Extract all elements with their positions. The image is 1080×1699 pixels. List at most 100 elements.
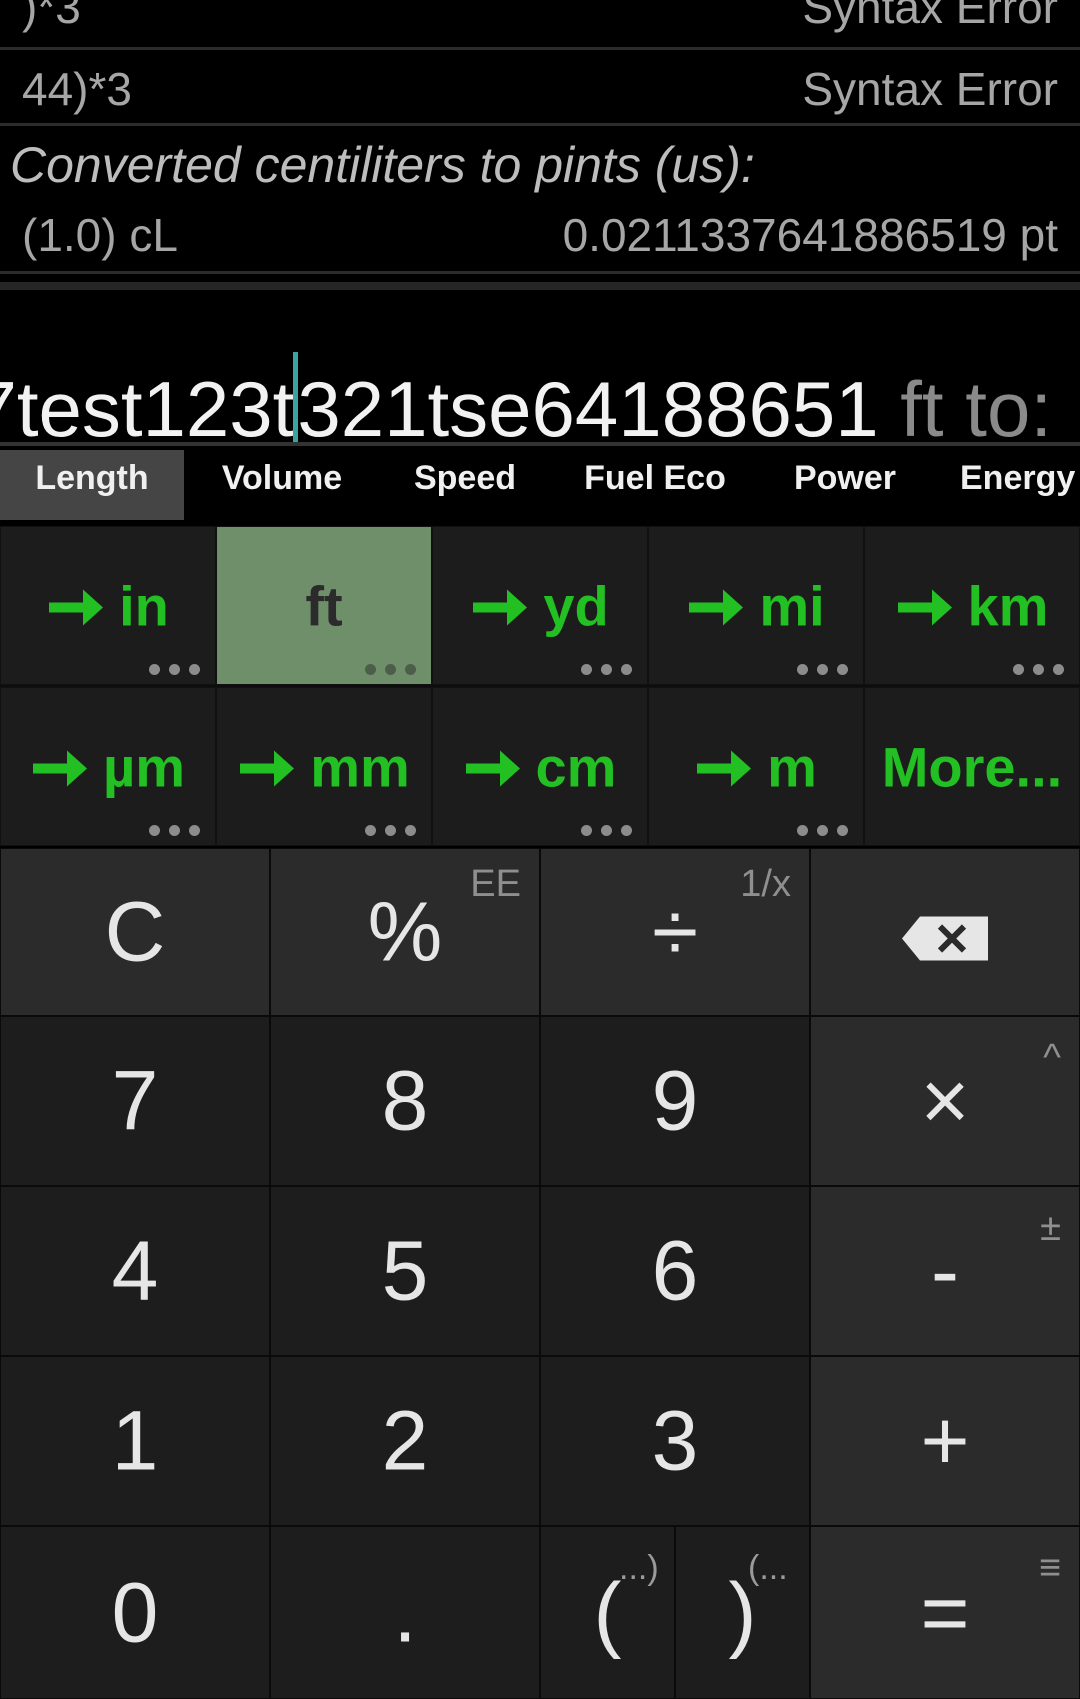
tab-fuel-eco[interactable]: Fuel Eco: [560, 450, 750, 520]
tab-energy[interactable]: Energy: [960, 450, 1080, 520]
more-dots-icon: [581, 664, 633, 676]
close-parenthesis-key[interactable]: ) (...: [675, 1526, 810, 1699]
more-dots-icon: [1013, 664, 1065, 676]
key-label: 1: [111, 1393, 159, 1488]
tab-length[interactable]: Length: [0, 450, 184, 520]
more-dots-icon: [149, 825, 201, 837]
unit-label: mm: [310, 735, 410, 798]
key-label: 6: [651, 1223, 699, 1318]
clear-key[interactable]: C: [0, 848, 270, 1016]
unit-button-cm[interactable]: cm: [432, 687, 648, 846]
keypad: C % EE ÷ 1/x 7 8 9 × ^ 4 5 6 - ± 1 2 3 +…: [0, 848, 1080, 1699]
unit-label: mi: [759, 574, 825, 637]
key-secondary-label: ...): [619, 1549, 659, 1587]
expression-text[interactable]: 7test123t321tse64188651 ft to:: [0, 352, 1052, 446]
input-unit-suffix: ft to:: [878, 365, 1052, 446]
key-label: ×: [920, 1053, 970, 1148]
open-parenthesis-key[interactable]: ( ...): [540, 1526, 675, 1699]
more-dots-icon: [365, 664, 417, 676]
unit-button-mi[interactable]: mi: [648, 526, 864, 685]
digit-2-key[interactable]: 2: [270, 1356, 540, 1526]
history-conversion-row[interactable]: Converted centiliters to pints (us): (1.…: [0, 126, 1080, 274]
unit-button-ft[interactable]: ft: [216, 526, 432, 685]
unit-button-um[interactable]: µm: [0, 687, 216, 846]
plus-key[interactable]: +: [810, 1356, 1080, 1526]
decimal-point-key[interactable]: .: [270, 1526, 540, 1699]
key-secondary-label: 1/x: [740, 863, 791, 905]
history-result: Syntax Error: [802, 0, 1058, 33]
key-label: 3: [651, 1393, 699, 1488]
equals-key[interactable]: = ≡: [810, 1526, 1080, 1699]
more-dots-icon: [797, 825, 849, 837]
unit-label: km: [967, 574, 1049, 637]
minus-key[interactable]: - ±: [810, 1186, 1080, 1356]
backspace-icon: [811, 884, 1079, 981]
unit-button-in[interactable]: in: [0, 526, 216, 685]
menu-icon: ≡: [1038, 1547, 1061, 1589]
digit-5-key[interactable]: 5: [270, 1186, 540, 1356]
unit-button-mm[interactable]: mm: [216, 687, 432, 846]
input-after-caret: 321tse64188651: [297, 365, 879, 446]
key-secondary-label: (...: [748, 1549, 788, 1587]
arrow-right-icon: [31, 734, 89, 799]
tab-power[interactable]: Power: [770, 450, 920, 520]
percent-key[interactable]: % EE: [270, 848, 540, 1016]
key-secondary-label: ±: [1040, 1207, 1061, 1249]
unit-label: in: [119, 574, 169, 637]
key-label: 4: [111, 1223, 159, 1318]
arrow-right-icon: [464, 734, 522, 799]
unit-button-km[interactable]: km: [864, 526, 1080, 685]
history-expression: (1.0) cL: [22, 209, 178, 261]
more-units-button[interactable]: More...: [864, 687, 1080, 846]
digit-3-key[interactable]: 3: [540, 1356, 810, 1526]
history-result: 0.0211337641886519 pt: [562, 209, 1058, 261]
key-secondary-label: EE: [470, 863, 521, 905]
unit-label: µm: [102, 735, 186, 798]
arrow-right-icon: [687, 573, 745, 638]
arrow-right-icon: [238, 734, 296, 799]
conversion-note: Converted centiliters to pints (us):: [10, 137, 755, 193]
digit-8-key[interactable]: 8: [270, 1016, 540, 1186]
tab-volume[interactable]: Volume: [190, 450, 374, 520]
more-dots-icon: [581, 825, 633, 837]
digit-9-key[interactable]: 9: [540, 1016, 810, 1186]
unit-button-m[interactable]: m: [648, 687, 864, 846]
key-label: 0: [111, 1565, 159, 1659]
key-label: ): [728, 1565, 757, 1659]
unit-label: cm: [535, 735, 617, 798]
unit-button-yd[interactable]: yd: [432, 526, 648, 685]
arrow-right-icon: [695, 734, 753, 799]
input-before-caret: 7test123t: [0, 365, 295, 446]
history-expression: )*3: [22, 0, 81, 33]
unit-label: m: [767, 735, 817, 798]
history-row[interactable]: 44)*3 Syntax Error: [0, 50, 1080, 126]
history-expression: 44)*3: [22, 63, 132, 115]
more-dots-icon: [797, 664, 849, 676]
key-label: C: [104, 884, 166, 979]
digit-7-key[interactable]: 7: [0, 1016, 270, 1186]
divide-key[interactable]: ÷ 1/x: [540, 848, 810, 1016]
more-units-label: More...: [881, 735, 1063, 798]
tab-speed[interactable]: Speed: [380, 450, 550, 520]
category-tabs: Length Volume Speed Fuel Eco Power Energ…: [0, 450, 1080, 520]
key-label: 5: [381, 1223, 429, 1318]
key-label: 8: [381, 1053, 429, 1148]
unit-grid: in ft yd mi km µm mm cm m More...: [0, 526, 1080, 846]
arrow-right-icon: [47, 573, 105, 638]
backspace-key[interactable]: [810, 848, 1080, 1016]
key-label: .: [393, 1565, 417, 1659]
unit-label: ft: [305, 574, 343, 637]
key-label: 9: [651, 1053, 699, 1148]
history-row[interactable]: )*3 Syntax Error: [0, 0, 1080, 50]
digit-1-key[interactable]: 1: [0, 1356, 270, 1526]
multiply-key[interactable]: × ^: [810, 1016, 1080, 1186]
key-label: 7: [111, 1053, 159, 1148]
more-dots-icon: [149, 664, 201, 676]
digit-6-key[interactable]: 6: [540, 1186, 810, 1356]
digit-4-key[interactable]: 4: [0, 1186, 270, 1356]
digit-0-key[interactable]: 0: [0, 1526, 270, 1699]
expression-input[interactable]: 7test123t321tse64188651 ft to:: [0, 282, 1080, 446]
history-result: Syntax Error: [802, 63, 1058, 115]
key-label: +: [920, 1393, 970, 1488]
arrow-right-icon: [896, 573, 954, 638]
